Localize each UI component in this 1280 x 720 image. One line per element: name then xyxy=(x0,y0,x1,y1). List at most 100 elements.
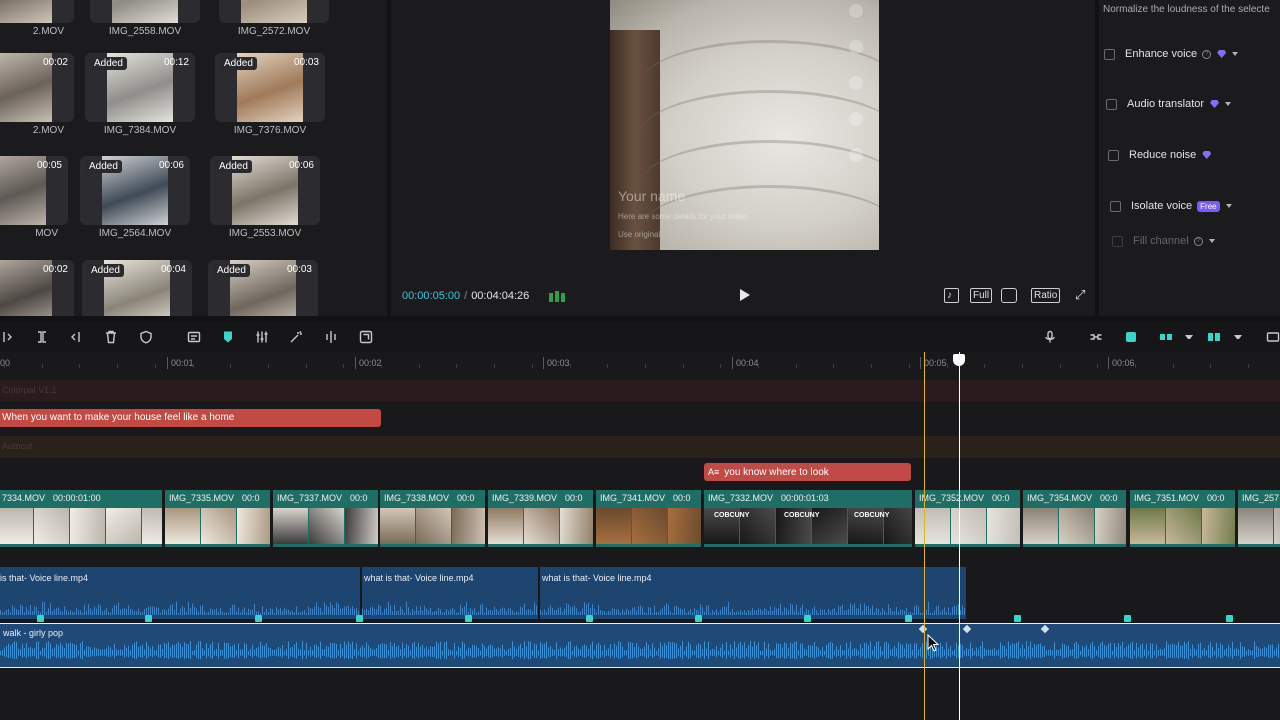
beat-marker[interactable] xyxy=(1226,615,1233,622)
microphone-icon[interactable] xyxy=(1043,330,1057,344)
option-checkbox[interactable] xyxy=(1110,200,1121,212)
audio-option-row[interactable]: Isolate voice Free xyxy=(1110,200,1232,212)
text-clip[interactable]: A≡ you know where to look xyxy=(704,463,911,481)
subtitle-icon[interactable] xyxy=(187,330,201,344)
beat-marker[interactable] xyxy=(804,615,811,622)
text-clip[interactable]: When you want to make your house feel li… xyxy=(0,409,381,427)
tiktok-icon[interactable]: ♪ xyxy=(944,288,959,303)
beat-marker[interactable] xyxy=(586,615,593,622)
info-icon[interactable]: ? xyxy=(1202,49,1212,59)
media-thumbnail[interactable] xyxy=(0,0,74,23)
media-item[interactable]: Added 00:03 xyxy=(208,260,318,316)
video-clip[interactable]: 7334.MOV 00:00:01:00 xyxy=(0,490,162,547)
option-checkbox[interactable] xyxy=(1106,98,1117,110)
snap-icon[interactable] xyxy=(1124,330,1138,344)
split-view-icon[interactable] xyxy=(1207,330,1221,344)
split-right-icon[interactable] xyxy=(69,330,83,344)
media-item[interactable]: IMG_2572.MOV xyxy=(219,0,329,37)
media-thumbnail[interactable]: 00:02 xyxy=(0,260,74,316)
beat-marker[interactable] xyxy=(145,615,152,622)
media-item[interactable]: IMG_2558.MOV xyxy=(90,0,200,37)
video-clip[interactable]: IMG_7335.MOV 00:0 xyxy=(165,490,270,547)
beat-marker[interactable] xyxy=(465,615,472,622)
delete-icon[interactable] xyxy=(104,330,118,344)
playhead-line[interactable] xyxy=(959,352,960,720)
media-thumbnail[interactable]: Added 00:12 xyxy=(85,53,195,122)
video-clip[interactable]: IMG_257 xyxy=(1238,490,1280,547)
media-item[interactable]: 00:02 2.MOV xyxy=(0,53,74,136)
beat-marker[interactable] xyxy=(37,615,44,622)
voice-clip[interactable]: is that- Voice line.mp4 xyxy=(0,567,360,619)
video-clip-duration: 00:00:01:03 xyxy=(781,493,829,503)
chevron-down-icon[interactable] xyxy=(1225,102,1232,106)
adjust-icon[interactable] xyxy=(255,330,269,344)
freeze-icon[interactable] xyxy=(324,330,338,344)
time-ruler[interactable]: 00 00:01 00:02 00:03 00:04 00:05 00:06 xyxy=(0,352,1280,372)
media-item[interactable]: Added 00:06 IMG_2553.MOV xyxy=(210,156,320,239)
media-thumbnail[interactable]: Added 00:03 xyxy=(215,53,325,122)
playhead-handle[interactable] xyxy=(953,354,965,366)
chevron-down-icon[interactable] xyxy=(1234,335,1242,339)
info-icon[interactable]: ? xyxy=(1193,236,1203,246)
video-clip[interactable]: IMG_7351.MOV 00:0 xyxy=(1130,490,1235,547)
chevron-down-icon[interactable] xyxy=(1225,204,1232,208)
shield-icon[interactable] xyxy=(139,330,153,344)
media-item[interactable]: Added 00:06 IMG_2564.MOV xyxy=(80,156,190,239)
video-clip[interactable]: IMG_7337.MOV 00:0 xyxy=(273,490,378,547)
beat-marker[interactable] xyxy=(255,615,262,622)
beat-marker[interactable] xyxy=(695,615,702,622)
timeline[interactable]: 00 00:01 00:02 00:03 00:04 00:05 00:06 Colorpa… xyxy=(0,352,1280,720)
audio-option-row[interactable]: Audio translator xyxy=(1106,98,1232,110)
media-thumbnail[interactable]: Added 00:06 xyxy=(210,156,320,225)
crop-icon[interactable] xyxy=(359,330,373,344)
chevron-down-icon[interactable] xyxy=(1232,52,1239,56)
music-clip[interactable]: walk - girly pop xyxy=(0,623,1280,668)
media-item[interactable]: Added 00:04 xyxy=(82,260,192,316)
voice-clip[interactable]: what is that- Voice line.mp4 xyxy=(540,567,966,619)
option-checkbox[interactable] xyxy=(1108,149,1119,161)
video-clip[interactable]: IMG_7338.MOV 00:0 xyxy=(380,490,485,547)
video-clip-name: IMG_7337.MOV xyxy=(277,493,343,503)
magnet-icon[interactable] xyxy=(1159,330,1173,344)
split-left-icon[interactable] xyxy=(0,330,14,344)
video-clip[interactable]: IMG_7352.MOV 00:0 xyxy=(915,490,1020,547)
media-thumbnail[interactable] xyxy=(219,0,329,23)
video-clip[interactable]: IMG_7354.MOV 00:0 xyxy=(1023,490,1126,547)
link-icon[interactable] xyxy=(1089,330,1103,344)
media-item[interactable]: 2.MOV xyxy=(0,0,74,37)
beat-marker[interactable] xyxy=(905,615,912,622)
fit-icon[interactable] xyxy=(1266,330,1280,344)
media-thumbnail[interactable] xyxy=(90,0,200,23)
media-item[interactable]: Added 00:12 IMG_7384.MOV xyxy=(85,53,195,136)
video-clip[interactable]: IMG_7339.MOV 00:0 xyxy=(488,490,593,547)
media-thumbnail[interactable]: Added 00:06 xyxy=(80,156,190,225)
video-clip[interactable]: IMG_7332.MOV 00:00:01:03 COBCUNY COBCUNY COB… xyxy=(704,490,912,547)
chevron-down-icon[interactable] xyxy=(1185,335,1193,339)
media-item[interactable]: Added 00:03 IMG_7376.MOV xyxy=(215,53,325,136)
ratio-button[interactable]: Ratio xyxy=(1031,288,1061,303)
media-thumbnail[interactable]: 00:05 xyxy=(0,156,68,225)
video-clip[interactable]: IMG_7341.MOV 00:0 xyxy=(596,490,701,547)
option-checkbox[interactable] xyxy=(1104,48,1115,60)
media-thumbnail[interactable]: Added 00:04 xyxy=(82,260,192,316)
fullscreen-icon[interactable]: ⤢ xyxy=(1073,288,1087,303)
media-item[interactable]: 00:05 MOV xyxy=(0,156,68,239)
voice-clip[interactable]: what is that- Voice line.mp4 xyxy=(362,567,538,619)
full-button[interactable]: Full xyxy=(970,288,993,303)
beat-marker[interactable] xyxy=(356,615,363,622)
media-thumbnail[interactable]: 00:02 xyxy=(0,53,74,122)
magic-icon[interactable] xyxy=(289,330,303,344)
play-button[interactable] xyxy=(735,286,753,304)
marker-icon[interactable] xyxy=(221,330,235,344)
beat-marker[interactable] xyxy=(1124,615,1131,622)
video-filmstrip xyxy=(273,508,378,544)
media-item[interactable]: 00:02 xyxy=(0,260,74,316)
beat-marker[interactable] xyxy=(1014,615,1021,622)
split-icon[interactable] xyxy=(35,330,49,344)
audio-option-row[interactable]: Enhance voice? xyxy=(1104,48,1239,60)
screenshot-icon[interactable] xyxy=(1001,288,1017,303)
media-thumbnail[interactable]: Added 00:03 xyxy=(208,260,318,316)
chevron-down-icon[interactable] xyxy=(1208,239,1215,243)
audio-option-row[interactable]: Reduce noise xyxy=(1108,149,1212,161)
video-preview[interactable]: Your name Here are some details for your… xyxy=(610,0,879,250)
